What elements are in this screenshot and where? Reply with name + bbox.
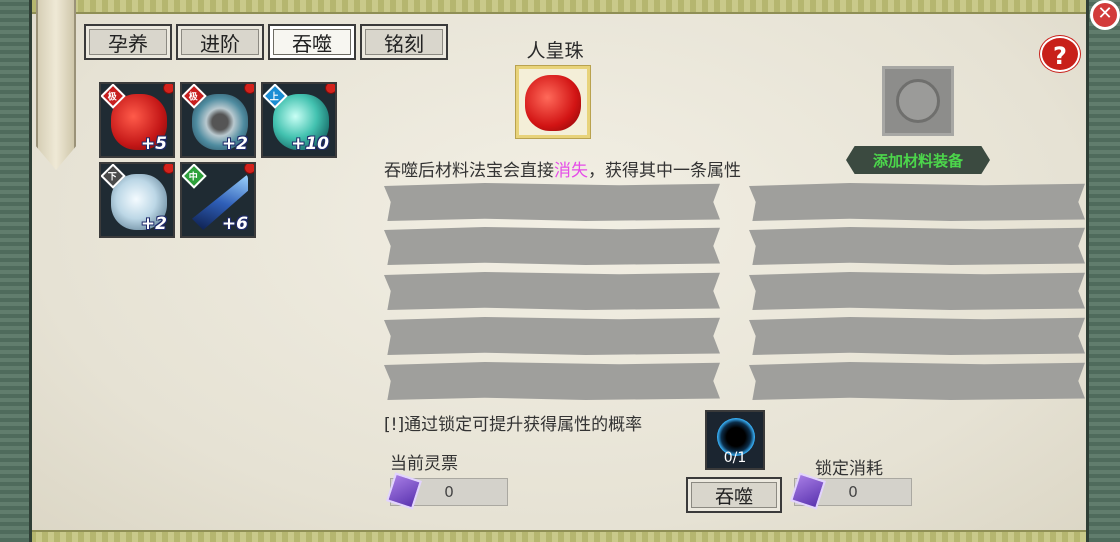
property-bar xyxy=(384,272,720,310)
current-ticket-label: 当前灵票 xyxy=(390,454,458,474)
hint-text: [!]通过锁定可提升获得属性的概率 xyxy=(384,415,643,435)
item-level: +10 xyxy=(291,134,329,154)
property-bar xyxy=(384,183,720,221)
grade-badge: 中 xyxy=(182,164,207,189)
item-level: +6 xyxy=(221,214,248,234)
tab-engrave[interactable]: 铭刻 xyxy=(360,24,448,60)
devour-button[interactable]: 吞噬 xyxy=(686,477,782,513)
tab-bar: 孕养 进阶 吞噬 铭刻 xyxy=(84,24,448,60)
material-slot[interactable] xyxy=(882,66,954,136)
notification-dot xyxy=(163,84,173,94)
property-bar xyxy=(749,362,1085,400)
notification-dot xyxy=(163,164,173,174)
close-icon[interactable]: ✕ xyxy=(1090,0,1120,30)
inventory-item[interactable]: 上 +10 xyxy=(261,82,337,158)
yin-yang-icon xyxy=(896,79,940,123)
property-bar xyxy=(749,317,1085,355)
notification-dot xyxy=(325,84,335,94)
red-pearl-icon xyxy=(525,75,581,131)
target-item-slot[interactable] xyxy=(516,66,590,138)
property-bar xyxy=(749,227,1085,265)
property-bar xyxy=(749,183,1085,221)
inventory-item[interactable]: 中 +6 xyxy=(180,162,256,238)
item-level: +2 xyxy=(140,214,167,234)
inventory-item[interactable]: 极 +2 xyxy=(180,82,256,158)
item-level: +5 xyxy=(140,134,167,154)
devour-slot-count: 0/1 xyxy=(723,450,747,466)
target-name: 人皇珠 xyxy=(526,40,584,62)
description-text: 吞噬后材料法宝会直接消失，获得其中一条属性 xyxy=(384,161,741,181)
add-material-button[interactable]: 添加材料装备 xyxy=(846,146,990,174)
tab-nurture[interactable]: 孕养 xyxy=(84,24,172,60)
item-level: +2 xyxy=(221,134,248,154)
lock-cost-label: 锁定消耗 xyxy=(815,459,883,479)
property-bar xyxy=(384,227,720,265)
inventory-item[interactable]: 下 +2 xyxy=(99,162,175,238)
property-bar xyxy=(384,317,720,355)
notification-dot xyxy=(244,84,254,94)
frame-left-border xyxy=(0,0,32,542)
question-icon[interactable]: ? xyxy=(1040,36,1080,72)
property-bar xyxy=(384,362,720,400)
devour-material-slot[interactable]: 0/1 xyxy=(705,410,765,470)
inventory-item[interactable]: 极 +5 xyxy=(99,82,175,158)
frame-right-border xyxy=(1086,0,1120,542)
notification-dot xyxy=(244,164,254,174)
property-bar xyxy=(749,272,1085,310)
frame-top-border xyxy=(0,0,1120,14)
frame-bottom-border xyxy=(0,530,1120,542)
scroll-ribbon xyxy=(36,0,76,170)
tab-advance[interactable]: 进阶 xyxy=(176,24,264,60)
tab-devour[interactable]: 吞噬 xyxy=(268,24,356,60)
